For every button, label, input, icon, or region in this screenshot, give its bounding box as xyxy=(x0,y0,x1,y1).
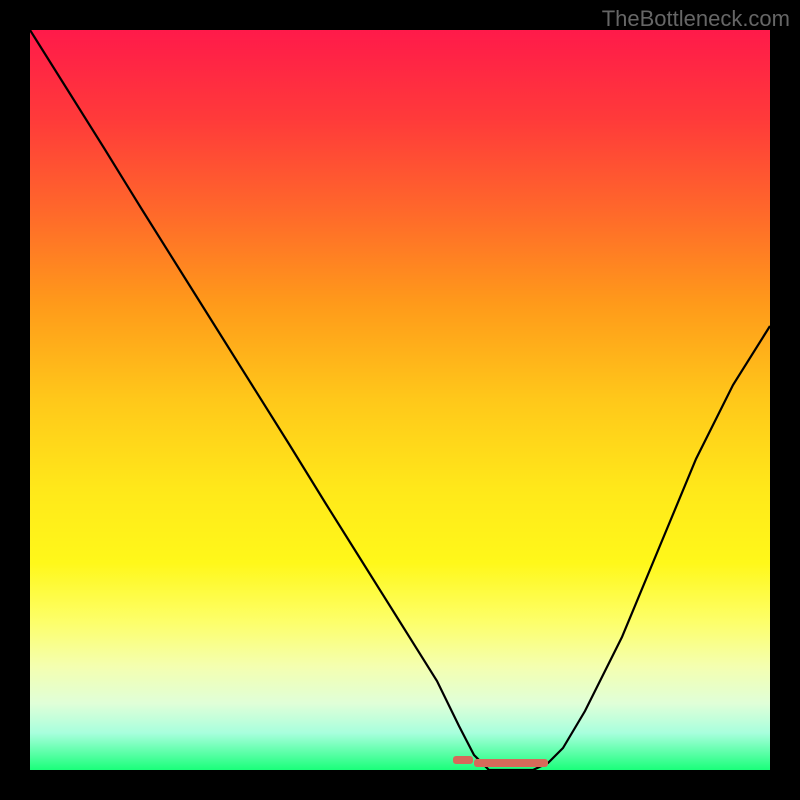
chart-frame xyxy=(30,30,770,770)
watermark-text: TheBottleneck.com xyxy=(602,6,790,32)
bottleneck-curve xyxy=(30,30,770,770)
trough-marker-right xyxy=(474,759,548,767)
chart-svg xyxy=(30,30,770,770)
trough-marker-left xyxy=(453,756,473,764)
